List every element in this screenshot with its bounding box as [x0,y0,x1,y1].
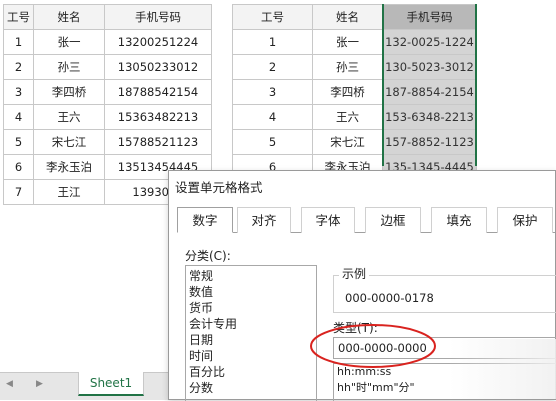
category-item[interactable]: 时间 [186,348,316,364]
cell[interactable]: 宋七江 [33,129,105,155]
selection-outline [382,4,477,166]
sheet-tab-sheet1[interactable]: Sheet1 [78,372,144,396]
category-item[interactable]: 常规 [186,268,316,284]
blurred-area [449,339,556,399]
cell[interactable]: 张一 [312,29,383,55]
cell[interactable]: 1 [232,29,313,55]
cell[interactable]: 5 [3,129,34,155]
dialog-tab-strip: 数字 对齐 字体 边框 填充 保护 [177,207,555,233]
table-row: 3 李四桥 18788542154 [3,79,212,105]
cell[interactable]: 3 [232,79,313,105]
right-header-id[interactable]: 工号 [232,4,313,30]
category-item[interactable]: 日期 [186,332,316,348]
category-item[interactable]: 数值 [186,284,316,300]
tab-protection[interactable]: 保护 [497,207,553,233]
tab-border-label: 边框 [380,213,406,228]
tab-font[interactable]: 字体 [301,207,355,233]
cell[interactable]: 4 [232,104,313,130]
tab-font-label: 字体 [315,213,341,228]
dialog-title: 设置单元格格式 [175,180,263,195]
table-row: 2 孙三 13050233012 [3,54,212,80]
cell[interactable]: 2 [232,54,313,80]
sample-label: 示例 [339,265,370,282]
cell[interactable]: 4 [3,104,34,130]
category-item[interactable]: 会计专用 [186,316,316,332]
tab-border[interactable]: 边框 [365,207,421,233]
cell[interactable]: 李四桥 [33,79,105,105]
tab-number-label: 数字 [192,213,218,228]
category-item[interactable]: 百分比 [186,364,316,380]
cell[interactable]: 15363482213 [104,104,212,130]
cell[interactable]: 18788542154 [104,79,212,105]
left-header-id[interactable]: 工号 [3,4,34,30]
left-header-phone[interactable]: 手机号码 [104,4,212,30]
left-header-name[interactable]: 姓名 [33,4,105,30]
table-row: 4 王六 15363482213 [3,104,212,130]
cell[interactable]: 15788521123 [104,129,212,155]
cell[interactable]: 王江 [33,179,105,205]
category-list[interactable]: 常规 数值 货币 会计专用 日期 时间 百分比 分数 [185,265,317,401]
cell[interactable]: 13050233012 [104,54,212,80]
table-row: 5 宋七江 15788521123 [3,129,212,155]
cell[interactable]: 王六 [312,104,383,130]
cell[interactable]: 李永玉泊 [33,154,105,180]
cell[interactable]: 王六 [33,104,105,130]
table-row: 1 张一 13200251224 [3,29,212,55]
cell[interactable]: 3 [3,79,34,105]
cell[interactable]: 7 [3,179,34,205]
sheet-tab-label: Sheet1 [89,376,133,390]
cell[interactable]: 李四桥 [312,79,383,105]
cell[interactable]: 1 [3,29,34,55]
tab-fill[interactable]: 填充 [431,207,487,233]
tab-protection-label: 保护 [512,213,538,228]
sheet-nav-left-icon[interactable]: ◀ [6,379,13,389]
cell[interactable]: 宋七江 [312,129,383,155]
cell[interactable]: 13200251224 [104,29,212,55]
left-table-header-row: 工号 姓名 手机号码 [3,4,212,30]
tab-alignment-label: 对齐 [251,213,277,228]
category-label: 分类(C): [185,249,231,263]
tab-fill-label: 填充 [446,213,472,228]
cell[interactable]: 孙三 [312,54,383,80]
category-item[interactable]: 分数 [186,380,316,396]
sheet-nav-right-icon[interactable]: ▶ [36,379,43,389]
cell[interactable]: 6 [3,154,34,180]
cell[interactable]: 2 [3,54,34,80]
tab-number[interactable]: 数字 [177,207,233,233]
right-header-name[interactable]: 姓名 [312,4,383,30]
cell[interactable]: 张一 [33,29,105,55]
cell[interactable]: 孙三 [33,54,105,80]
annotation-ellipse [310,324,436,368]
cell[interactable]: 5 [232,129,313,155]
category-item[interactable]: 货币 [186,300,316,316]
tab-alignment[interactable]: 对齐 [237,207,291,233]
sample-value: 000-0000-0178 [345,291,434,305]
